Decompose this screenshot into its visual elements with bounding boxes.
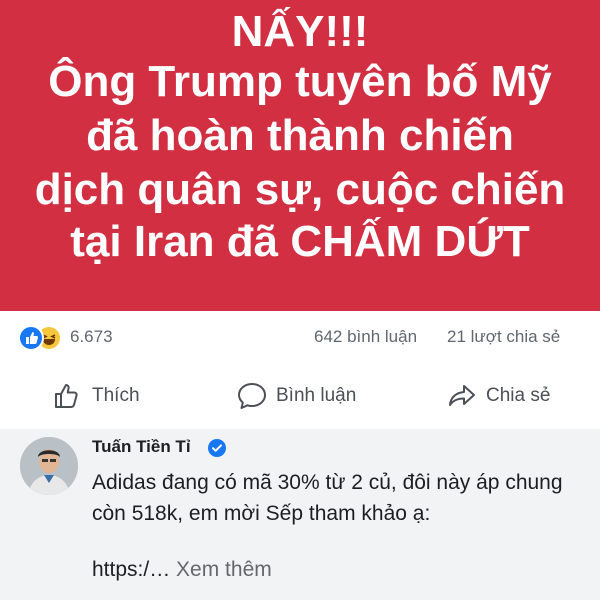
reaction-icons[interactable]: [18, 325, 68, 351]
share-label: Chia sẻ: [486, 385, 551, 406]
post-action-bar: Thích Bình luận Chia sẻ: [0, 363, 600, 429]
share-arrow-icon: [449, 385, 475, 406]
like-label: Thích: [92, 385, 140, 406]
comment-button[interactable]: Bình luận: [236, 381, 376, 411]
comments-count[interactable]: 642 bình luận: [314, 327, 417, 347]
avatar[interactable]: [20, 437, 78, 495]
share-button[interactable]: Chia sẻ: [446, 381, 566, 411]
comment-label: Bình luận: [276, 385, 357, 406]
verified-badge-icon: [208, 439, 226, 457]
see-more-link[interactable]: Xem thêm: [176, 558, 272, 581]
banner-text-line: NẤY!!!: [231, 7, 369, 56]
comment-bubble-icon: [238, 383, 266, 409]
banner-text-line: dịch quân sự, cuộc chiến: [34, 165, 566, 214]
comment-text: Adidas đang có mã 30% từ 2 củ, đôi này á…: [92, 471, 563, 525]
comment-item: Tuấn Tiền Tỉ Adidas đang có mã 30% từ 2 …: [0, 429, 600, 600]
banner-text-line: đã hoàn thành chiến: [86, 111, 514, 160]
banner-text-line: tại Iran đã CHẤM DỨT: [70, 217, 530, 266]
comment-author[interactable]: Tuấn Tiền Tỉ: [92, 437, 191, 457]
comment-link-line: https:/… Xem thêm: [92, 558, 272, 582]
reaction-count[interactable]: 6.673: [70, 327, 113, 347]
like-button[interactable]: Thích: [52, 381, 162, 411]
comment-link[interactable]: https:/…: [92, 558, 170, 581]
post-stats-bar: 6.673 642 bình luận 21 lượt chia sẻ: [0, 311, 600, 363]
banner-text-line: Ông Trump tuyên bố Mỹ: [48, 57, 552, 106]
like-icon: [18, 325, 44, 351]
post-image-banner[interactable]: NẤY!!! Ông Trump tuyên bố Mỹ đã hoàn thà…: [0, 0, 600, 311]
thumbs-up-icon: [55, 384, 78, 408]
shares-count[interactable]: 21 lượt chia sẻ: [447, 327, 560, 347]
